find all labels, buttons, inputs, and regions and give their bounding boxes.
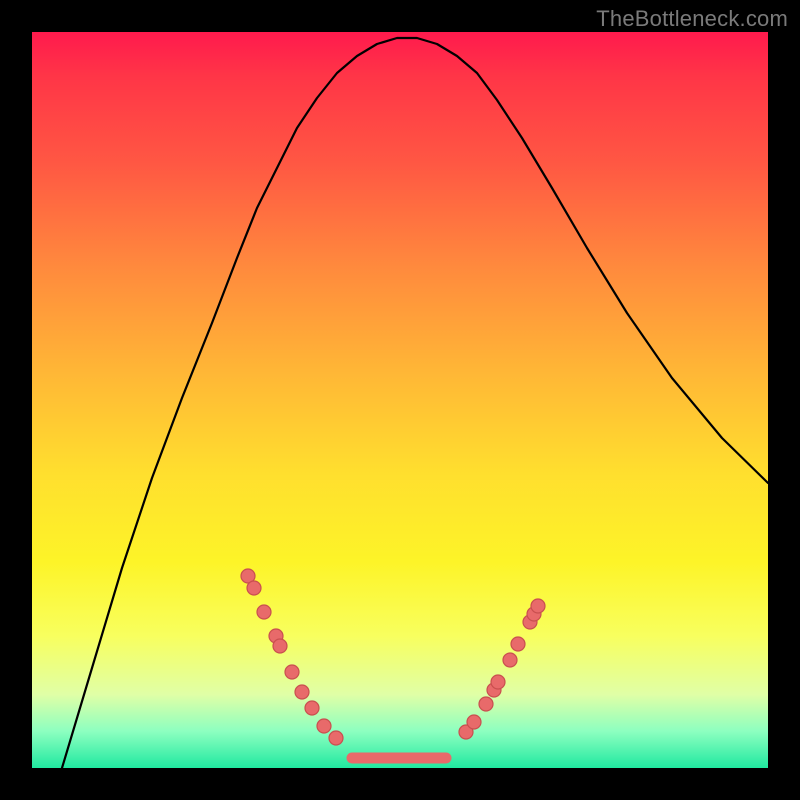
data-point [503, 653, 517, 667]
data-point [479, 697, 493, 711]
data-point [491, 675, 505, 689]
data-point [511, 637, 525, 651]
data-point [247, 581, 261, 595]
right-dot-cluster [459, 599, 545, 739]
data-point [467, 715, 481, 729]
data-point [285, 665, 299, 679]
data-point [257, 605, 271, 619]
left-dot-cluster [241, 569, 343, 745]
data-point [329, 731, 343, 745]
bottleneck-plot [32, 32, 768, 768]
data-point [295, 685, 309, 699]
watermark-text: TheBottleneck.com [596, 6, 788, 32]
data-point [317, 719, 331, 733]
bottleneck-curve [62, 38, 768, 768]
data-point [273, 639, 287, 653]
data-point [305, 701, 319, 715]
data-point [531, 599, 545, 613]
chart-area [32, 32, 768, 768]
